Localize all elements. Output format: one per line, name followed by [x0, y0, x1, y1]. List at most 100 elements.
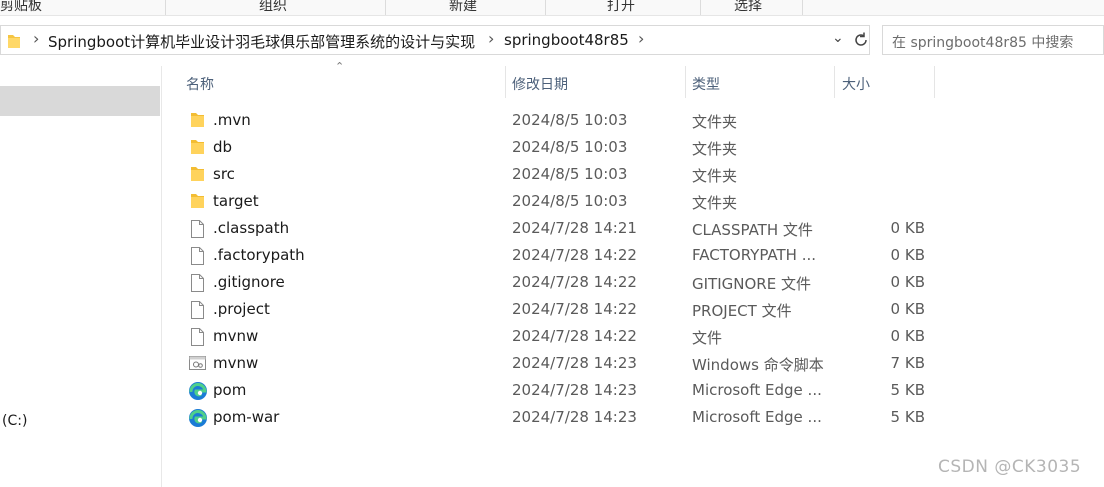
- ribbon-separator: [545, 0, 546, 15]
- file-row[interactable]: .mvn 2024/8/5 10:03 文件夹: [0, 107, 1104, 134]
- file-type: 文件夹: [692, 113, 738, 131]
- file-date: 2024/8/5 10:03: [512, 165, 628, 183]
- file-type: 文件: [692, 329, 723, 347]
- file-type: 文件夹: [692, 140, 738, 158]
- edge-icon: [188, 408, 208, 427]
- file-row[interactable]: db 2024/8/5 10:03 文件夹: [0, 134, 1104, 161]
- ribbon-separator: [700, 0, 701, 15]
- column-divider[interactable]: [834, 66, 835, 98]
- column-divider[interactable]: [934, 66, 935, 98]
- file-name: .gitignore: [213, 273, 285, 291]
- file-date: 2024/7/28 14:22: [512, 273, 637, 291]
- file-icon: [188, 219, 208, 238]
- file-date: 2024/7/28 14:22: [512, 327, 637, 345]
- file-date: 2024/7/28 14:23: [512, 354, 637, 372]
- file-name: pom: [213, 381, 247, 399]
- file-type: GITIGNORE 文件: [692, 275, 811, 293]
- address-bar[interactable]: › Springboot计算机毕业设计羽毛球俱乐部管理系统的设计与实现 › sp…: [0, 25, 870, 55]
- file-name: .project: [213, 300, 270, 318]
- column-header-date[interactable]: 修改日期: [512, 74, 568, 94]
- file-date: 2024/7/28 14:21: [512, 219, 637, 237]
- refresh-button[interactable]: [851, 28, 871, 52]
- file-name: .classpath: [213, 219, 290, 237]
- file-name: src: [213, 165, 235, 183]
- file-row[interactable]: .factorypath 2024/7/28 14:22 FACTORYPATH…: [0, 242, 1104, 269]
- file-row[interactable]: pom-war 2024/7/28 14:23 Microsoft Edge .…: [0, 404, 1104, 431]
- file-row[interactable]: .project 2024/7/28 14:22 PROJECT 文件 0 KB: [0, 296, 1104, 323]
- file-size: 0 KB: [890, 327, 925, 345]
- ribbon: 剪贴板 组织 新建 打开 选择: [0, 0, 1104, 16]
- column-divider[interactable]: [685, 66, 686, 98]
- file-date: 2024/7/28 14:22: [512, 246, 637, 264]
- file-name: mvnw: [213, 354, 259, 372]
- sort-ascending-icon: ⌃: [335, 60, 345, 73]
- file-list: .mvn 2024/8/5 10:03 文件夹 db 2024/8/5 10:0…: [0, 107, 1104, 431]
- chevron-right-icon[interactable]: ›: [33, 29, 39, 48]
- file-name: db: [213, 138, 233, 156]
- column-header-name[interactable]: 名称: [186, 74, 214, 94]
- file-size: 0 KB: [890, 246, 925, 264]
- file-date: 2024/8/5 10:03: [512, 111, 628, 129]
- file-type: CLASSPATH 文件: [692, 221, 813, 239]
- file-size: 0 KB: [890, 219, 925, 237]
- file-size: 0 KB: [890, 300, 925, 318]
- file-type: Windows 命令脚本: [692, 356, 824, 374]
- folder-icon: [8, 35, 20, 48]
- file-size: 5 KB: [890, 381, 925, 399]
- ribbon-separator: [165, 0, 166, 15]
- search-input[interactable]: 在 springboot48r85 中搜索: [882, 25, 1104, 55]
- file-row[interactable]: mvnw 2024/7/28 14:23 Windows 命令脚本 7 KB: [0, 350, 1104, 377]
- file-size: 0 KB: [890, 273, 925, 291]
- ribbon-separator: [802, 0, 803, 15]
- ribbon-group-new: 新建: [449, 0, 477, 14]
- ribbon-separator: [385, 0, 386, 15]
- edge-icon: [188, 381, 208, 400]
- ribbon-group-clipboard: 剪贴板: [0, 0, 42, 14]
- watermark: CSDN @CK3035: [938, 457, 1082, 477]
- chevron-down-icon[interactable]: ⌄: [832, 30, 844, 46]
- chevron-right-icon[interactable]: ›: [638, 29, 644, 48]
- file-row[interactable]: target 2024/8/5 10:03 文件夹: [0, 188, 1104, 215]
- file-name: target: [213, 192, 259, 210]
- file-date: 2024/7/28 14:23: [512, 408, 637, 426]
- file-date: 2024/8/5 10:03: [512, 138, 628, 156]
- chevron-right-icon[interactable]: ›: [488, 29, 494, 48]
- column-header-size[interactable]: 大小: [842, 74, 870, 94]
- folder-icon: [188, 111, 208, 129]
- search-placeholder: 在 springboot48r85 中搜索: [892, 35, 1074, 51]
- file-type: PROJECT 文件: [692, 302, 792, 320]
- file-type: 文件夹: [692, 167, 738, 185]
- file-icon: [188, 246, 208, 265]
- script-icon: [188, 354, 208, 372]
- file-name: .mvn: [213, 111, 251, 129]
- file-row[interactable]: pom 2024/7/28 14:23 Microsoft Edge ... 5…: [0, 377, 1104, 404]
- file-type: 文件夹: [692, 194, 738, 212]
- file-row[interactable]: .classpath 2024/7/28 14:21 CLASSPATH 文件 …: [0, 215, 1104, 242]
- file-date: 2024/7/28 14:23: [512, 381, 637, 399]
- file-size: 5 KB: [890, 408, 925, 426]
- refresh-icon: [855, 32, 867, 46]
- column-divider[interactable]: [505, 66, 506, 98]
- file-icon: [188, 300, 208, 319]
- ribbon-group-organize: 组织: [259, 0, 287, 14]
- column-header-type[interactable]: 类型: [692, 74, 720, 94]
- file-type: FACTORYPATH ...: [692, 246, 817, 264]
- breadcrumb-current-folder[interactable]: springboot48r85: [504, 31, 629, 49]
- file-date: 2024/7/28 14:22: [512, 300, 637, 318]
- file-row[interactable]: mvnw 2024/7/28 14:22 文件 0 KB: [0, 323, 1104, 350]
- file-size: 7 KB: [890, 354, 925, 372]
- folder-icon: [188, 165, 208, 183]
- file-icon: [188, 273, 208, 292]
- folder-icon: [188, 138, 208, 156]
- file-name: mvnw: [213, 327, 259, 345]
- file-row[interactable]: .gitignore 2024/7/28 14:22 GITIGNORE 文件 …: [0, 269, 1104, 296]
- file-name: pom-war: [213, 408, 280, 426]
- ribbon-group-open: 打开: [607, 0, 635, 14]
- file-type: Microsoft Edge ...: [692, 408, 822, 426]
- file-date: 2024/8/5 10:03: [512, 192, 628, 210]
- file-row[interactable]: src 2024/8/5 10:03 文件夹: [0, 161, 1104, 188]
- file-name: .factorypath: [213, 246, 305, 264]
- file-type: Microsoft Edge ...: [692, 381, 822, 399]
- ribbon-group-select: 选择: [734, 0, 762, 14]
- breadcrumb-project-folder[interactable]: Springboot计算机毕业设计羽毛球俱乐部管理系统的设计与实现: [48, 31, 475, 52]
